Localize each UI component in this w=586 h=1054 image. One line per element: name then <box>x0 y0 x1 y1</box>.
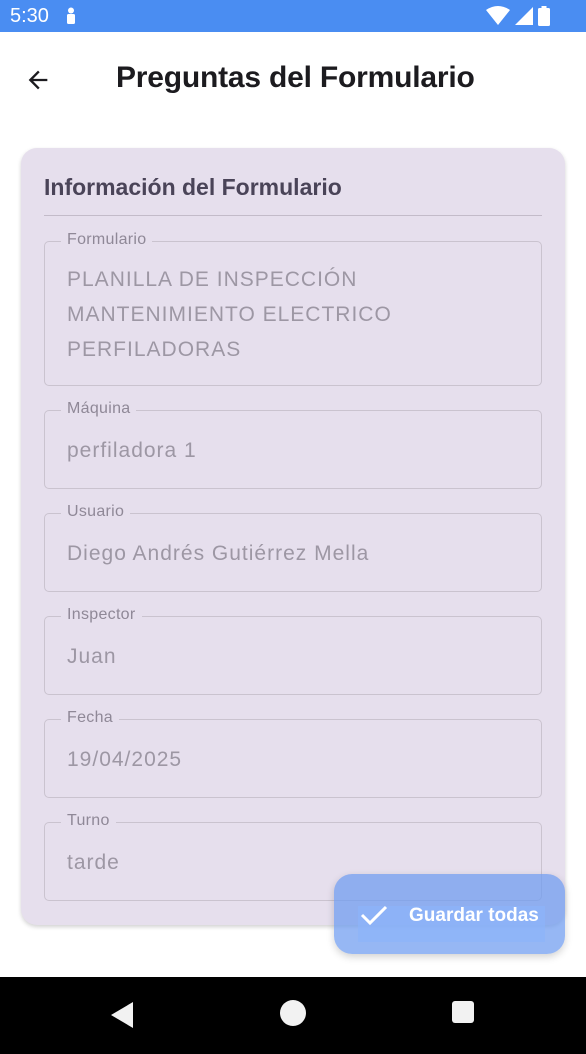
status-time: 5:30 <box>10 5 49 27</box>
card-divider <box>44 215 542 216</box>
accessibility-icon <box>67 7 75 24</box>
turno-value: tarde <box>67 851 120 874</box>
fecha-label: Fecha <box>61 709 119 727</box>
system-nav-bar <box>0 977 586 1054</box>
formulario-label: Formulario <box>61 231 153 249</box>
formulario-value: PLANILLA DE INSPECCIÓN MANTENIMIENTO ELE… <box>67 268 392 361</box>
back-button[interactable] <box>18 60 58 100</box>
page-title: Preguntas del Formulario <box>116 61 475 94</box>
maquina-field[interactable]: Máquina perfiladora 1 <box>44 400 542 489</box>
formulario-field[interactable]: Formulario PLANILLA DE INSPECCIÓN MANTEN… <box>44 231 542 386</box>
save-all-button[interactable]: Guardar todas <box>334 874 565 954</box>
usuario-field[interactable]: Usuario Diego Andrés Gutiérrez Mella <box>44 503 542 592</box>
check-icon <box>360 905 388 926</box>
card-title: Información del Formulario <box>44 174 342 200</box>
usuario-value: Diego Andrés Gutiérrez Mella <box>67 542 370 565</box>
app-bar: Preguntas del Formulario <box>0 32 586 128</box>
form-info-card: Información del Formulario Formulario PL… <box>21 148 565 925</box>
inspector-label: Inspector <box>61 606 142 624</box>
turno-label: Turno <box>61 812 116 830</box>
nav-recents-icon[interactable] <box>452 1001 474 1023</box>
status-bar: 5:30 <box>0 0 586 32</box>
inspector-field[interactable]: Inspector Juan <box>44 606 542 695</box>
arrow-back-icon <box>28 70 48 90</box>
nav-home-icon[interactable] <box>280 1000 306 1026</box>
wifi-icon <box>486 6 510 25</box>
signal-icon <box>515 7 533 25</box>
inspector-value: Juan <box>67 645 117 668</box>
save-all-label: Guardar todas <box>409 905 539 926</box>
battery-icon <box>538 6 550 26</box>
maquina-label: Máquina <box>61 400 137 418</box>
usuario-label: Usuario <box>61 503 131 521</box>
fecha-value: 19/04/2025 <box>67 748 183 771</box>
maquina-value: perfiladora 1 <box>67 439 197 462</box>
nav-back-icon[interactable] <box>108 1000 138 1030</box>
status-icons <box>486 6 550 26</box>
fecha-field[interactable]: Fecha 19/04/2025 <box>44 709 542 798</box>
